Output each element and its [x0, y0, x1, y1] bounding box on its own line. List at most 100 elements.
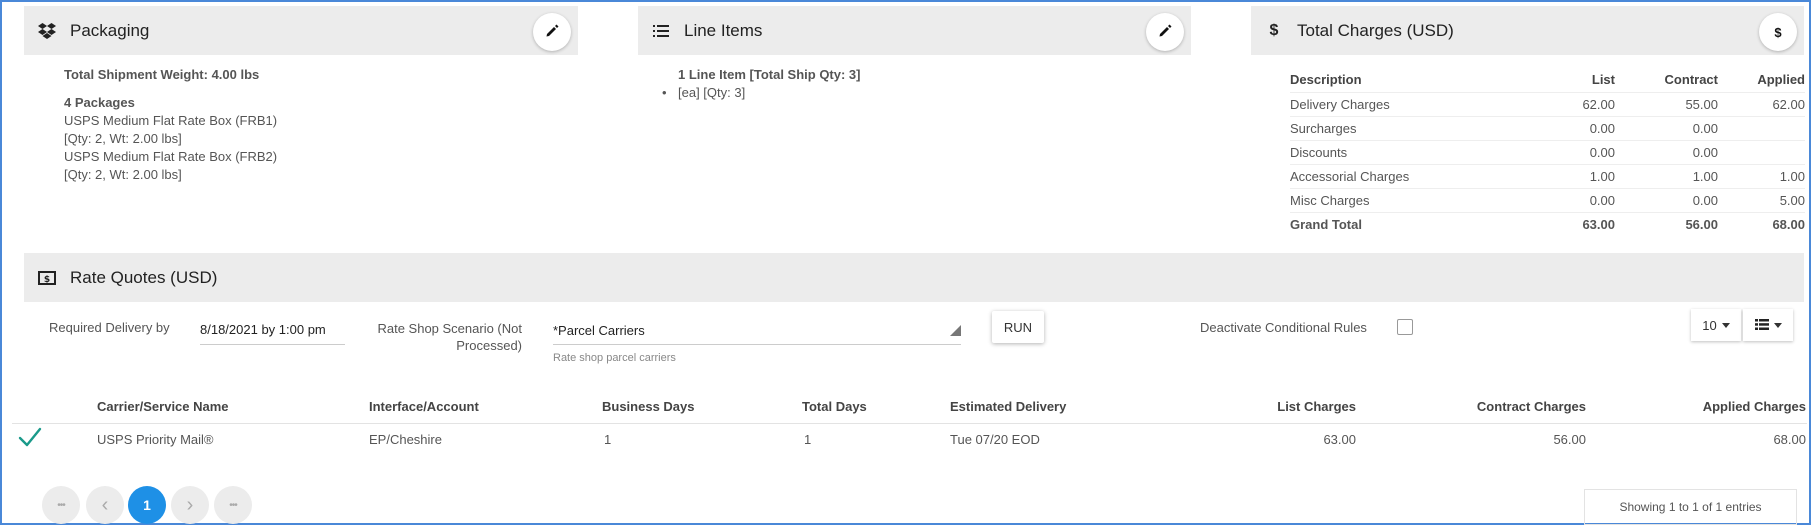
charge-applied — [1718, 139, 1805, 164]
quote-business-days: 1 — [604, 432, 612, 447]
charge-applied[interactable]: 62.00 — [1718, 91, 1805, 116]
quote-contract-charges[interactable]: 56.00 — [1386, 432, 1586, 447]
charge-applied — [1718, 115, 1805, 140]
bullet: • — [662, 85, 667, 100]
grand-total-list: 63.00 — [1540, 211, 1615, 236]
line-items-header: Line Items — [638, 6, 1191, 55]
scenario-label-line1: Rate Shop Scenario (Not — [377, 321, 522, 336]
scenario-hint: Rate shop parcel carriers — [553, 352, 676, 364]
resize-handle-icon — [950, 325, 961, 336]
packaging-title: Packaging — [70, 20, 150, 40]
entries-info: Showing 1 to 1 of 1 entries — [1584, 489, 1797, 525]
required-delivery-underline — [200, 344, 345, 345]
charges-row: Misc Charges 0.00 0.00 5.00 — [1290, 187, 1805, 212]
quote-estimated-delivery: Tue 07/20 EOD — [950, 432, 1040, 447]
charge-list: 0.00 — [1540, 187, 1615, 212]
line-items-title: Line Items — [684, 20, 763, 40]
quote-list-charges[interactable]: 63.00 — [1156, 432, 1356, 447]
charge-contract: 0.00 — [1615, 115, 1718, 140]
charges-row: Delivery Charges 62.00 55.00 62.00 — [1290, 91, 1805, 116]
package-item-name: USPS Medium Flat Rate Box (FRB1) — [64, 113, 278, 128]
col-business-days[interactable]: Business Days — [602, 399, 695, 414]
first-page-button[interactable]: ••• — [42, 486, 80, 524]
scenario-underline — [553, 344, 961, 345]
header-divider — [12, 423, 1807, 424]
col-applied-charges[interactable]: Applied Charges — [1606, 399, 1806, 414]
charges-header-row: Description List Contract Applied — [1290, 68, 1805, 92]
col-interface[interactable]: Interface/Account — [369, 399, 479, 414]
next-page-button[interactable]: › — [171, 486, 209, 524]
line-item-text: [ea] [Qty: 3] — [678, 85, 746, 100]
charge-list[interactable]: 1.00 — [1540, 163, 1615, 188]
prev-page-button[interactable]: ‹ — [86, 486, 124, 524]
charge-description: Misc Charges — [1290, 187, 1540, 212]
packages-count: 4 Packages — [64, 95, 135, 110]
col-estimated-delivery[interactable]: Estimated Delivery — [950, 399, 1066, 414]
total-shipment-weight: Total Shipment Weight: 4.00 lbs — [64, 67, 260, 82]
charges-button[interactable]: $ — [1759, 13, 1797, 51]
charge-list: 0.00 — [1540, 115, 1615, 140]
col-description: Description — [1290, 72, 1362, 88]
page-size-dropdown[interactable]: 10 — [1691, 309, 1741, 341]
quote-interface: EP/Cheshire — [369, 432, 442, 447]
dropbox-icon — [38, 22, 56, 40]
grand-total-contract: 56.00 — [1615, 211, 1718, 236]
charge-applied[interactable]: 1.00 — [1718, 163, 1805, 188]
svg-text:$: $ — [44, 275, 50, 285]
page-size-value: 10 — [1702, 317, 1717, 333]
charges-row: Surcharges 0.00 0.00 — [1290, 115, 1805, 140]
deactivate-rules-label: Deactivate Conditional Rules — [1200, 320, 1367, 335]
charge-list: 0.00 — [1540, 139, 1615, 164]
charge-description: Discounts — [1290, 139, 1540, 164]
rate-quotes-header: $ Rate Quotes (USD) — [24, 253, 1804, 302]
charge-contract[interactable]: 55.00 — [1615, 91, 1718, 116]
deactivate-rules-checkbox[interactable] — [1397, 319, 1413, 335]
col-contract-charges[interactable]: Contract Charges — [1386, 399, 1586, 414]
charge-contract[interactable]: 1.00 — [1615, 163, 1718, 188]
col-carrier[interactable]: Carrier/Service Name — [97, 399, 229, 414]
scenario-select[interactable]: *Parcel Carriers — [553, 323, 645, 338]
charges-table: Description List Contract Applied Delive… — [1290, 68, 1805, 236]
quote-applied-charges[interactable]: 68.00 — [1606, 432, 1806, 447]
total-charges-header: $ Total Charges (USD) $ — [1251, 6, 1804, 55]
last-page-button[interactable]: ••• — [214, 486, 252, 524]
charge-applied[interactable]: 5.00 — [1718, 187, 1805, 212]
package-item-detail: [Qty: 2, Wt: 2.00 lbs] — [64, 167, 182, 182]
grand-total-applied[interactable]: 68.00 — [1718, 211, 1805, 236]
columns-menu-button[interactable] — [1743, 309, 1793, 341]
list-view-icon — [1754, 318, 1769, 333]
charge-list[interactable]: 62.00 — [1540, 91, 1615, 116]
quote-carrier: USPS Priority Mail® — [97, 432, 214, 447]
dollar-icon: $ — [1269, 21, 1279, 39]
money-bill-icon: $ — [38, 269, 56, 287]
scenario-label: Rate Shop Scenario (Not Processed) — [362, 320, 522, 354]
edit-packaging-button[interactable] — [533, 13, 571, 51]
charge-contract: 0.00 — [1615, 139, 1718, 164]
charge-description: Accessorial Charges — [1290, 163, 1540, 188]
charges-row: Accessorial Charges 1.00 1.00 1.00 — [1290, 163, 1805, 188]
caret-down-icon — [1721, 322, 1730, 328]
col-applied: Applied — [1757, 72, 1805, 88]
rate-quotes-title: Rate Quotes (USD) — [70, 267, 218, 287]
col-total-days[interactable]: Total Days — [802, 399, 867, 414]
total-charges-title: Total Charges (USD) — [1297, 20, 1454, 40]
charge-description: Delivery Charges — [1290, 91, 1540, 116]
pencil-icon — [1158, 24, 1172, 41]
charges-row: Discounts 0.00 0.00 — [1290, 139, 1805, 164]
run-button[interactable]: RUN — [992, 311, 1044, 343]
col-list-charges[interactable]: List Charges — [1156, 399, 1356, 414]
pencil-icon — [545, 24, 559, 41]
page-1-button[interactable]: 1 — [128, 486, 166, 524]
required-delivery-input[interactable]: 8/18/2021 by 1:00 pm — [200, 322, 326, 337]
charge-contract: 0.00 — [1615, 187, 1718, 212]
selected-check-icon[interactable] — [18, 426, 42, 451]
scenario-label-line2: Processed) — [456, 338, 522, 353]
package-item-detail: [Qty: 2, Wt: 2.00 lbs] — [64, 131, 182, 146]
caret-down-icon — [1773, 322, 1782, 328]
quote-total-days: 1 — [804, 432, 812, 447]
packaging-header: Packaging — [24, 6, 578, 55]
line-items-summary: 1 Line Item [Total Ship Qty: 3] — [678, 67, 861, 82]
required-delivery-label: Required Delivery by — [49, 320, 170, 335]
edit-line-items-button[interactable] — [1146, 13, 1184, 51]
grand-total-row: Grand Total 63.00 56.00 68.00 — [1290, 211, 1805, 236]
